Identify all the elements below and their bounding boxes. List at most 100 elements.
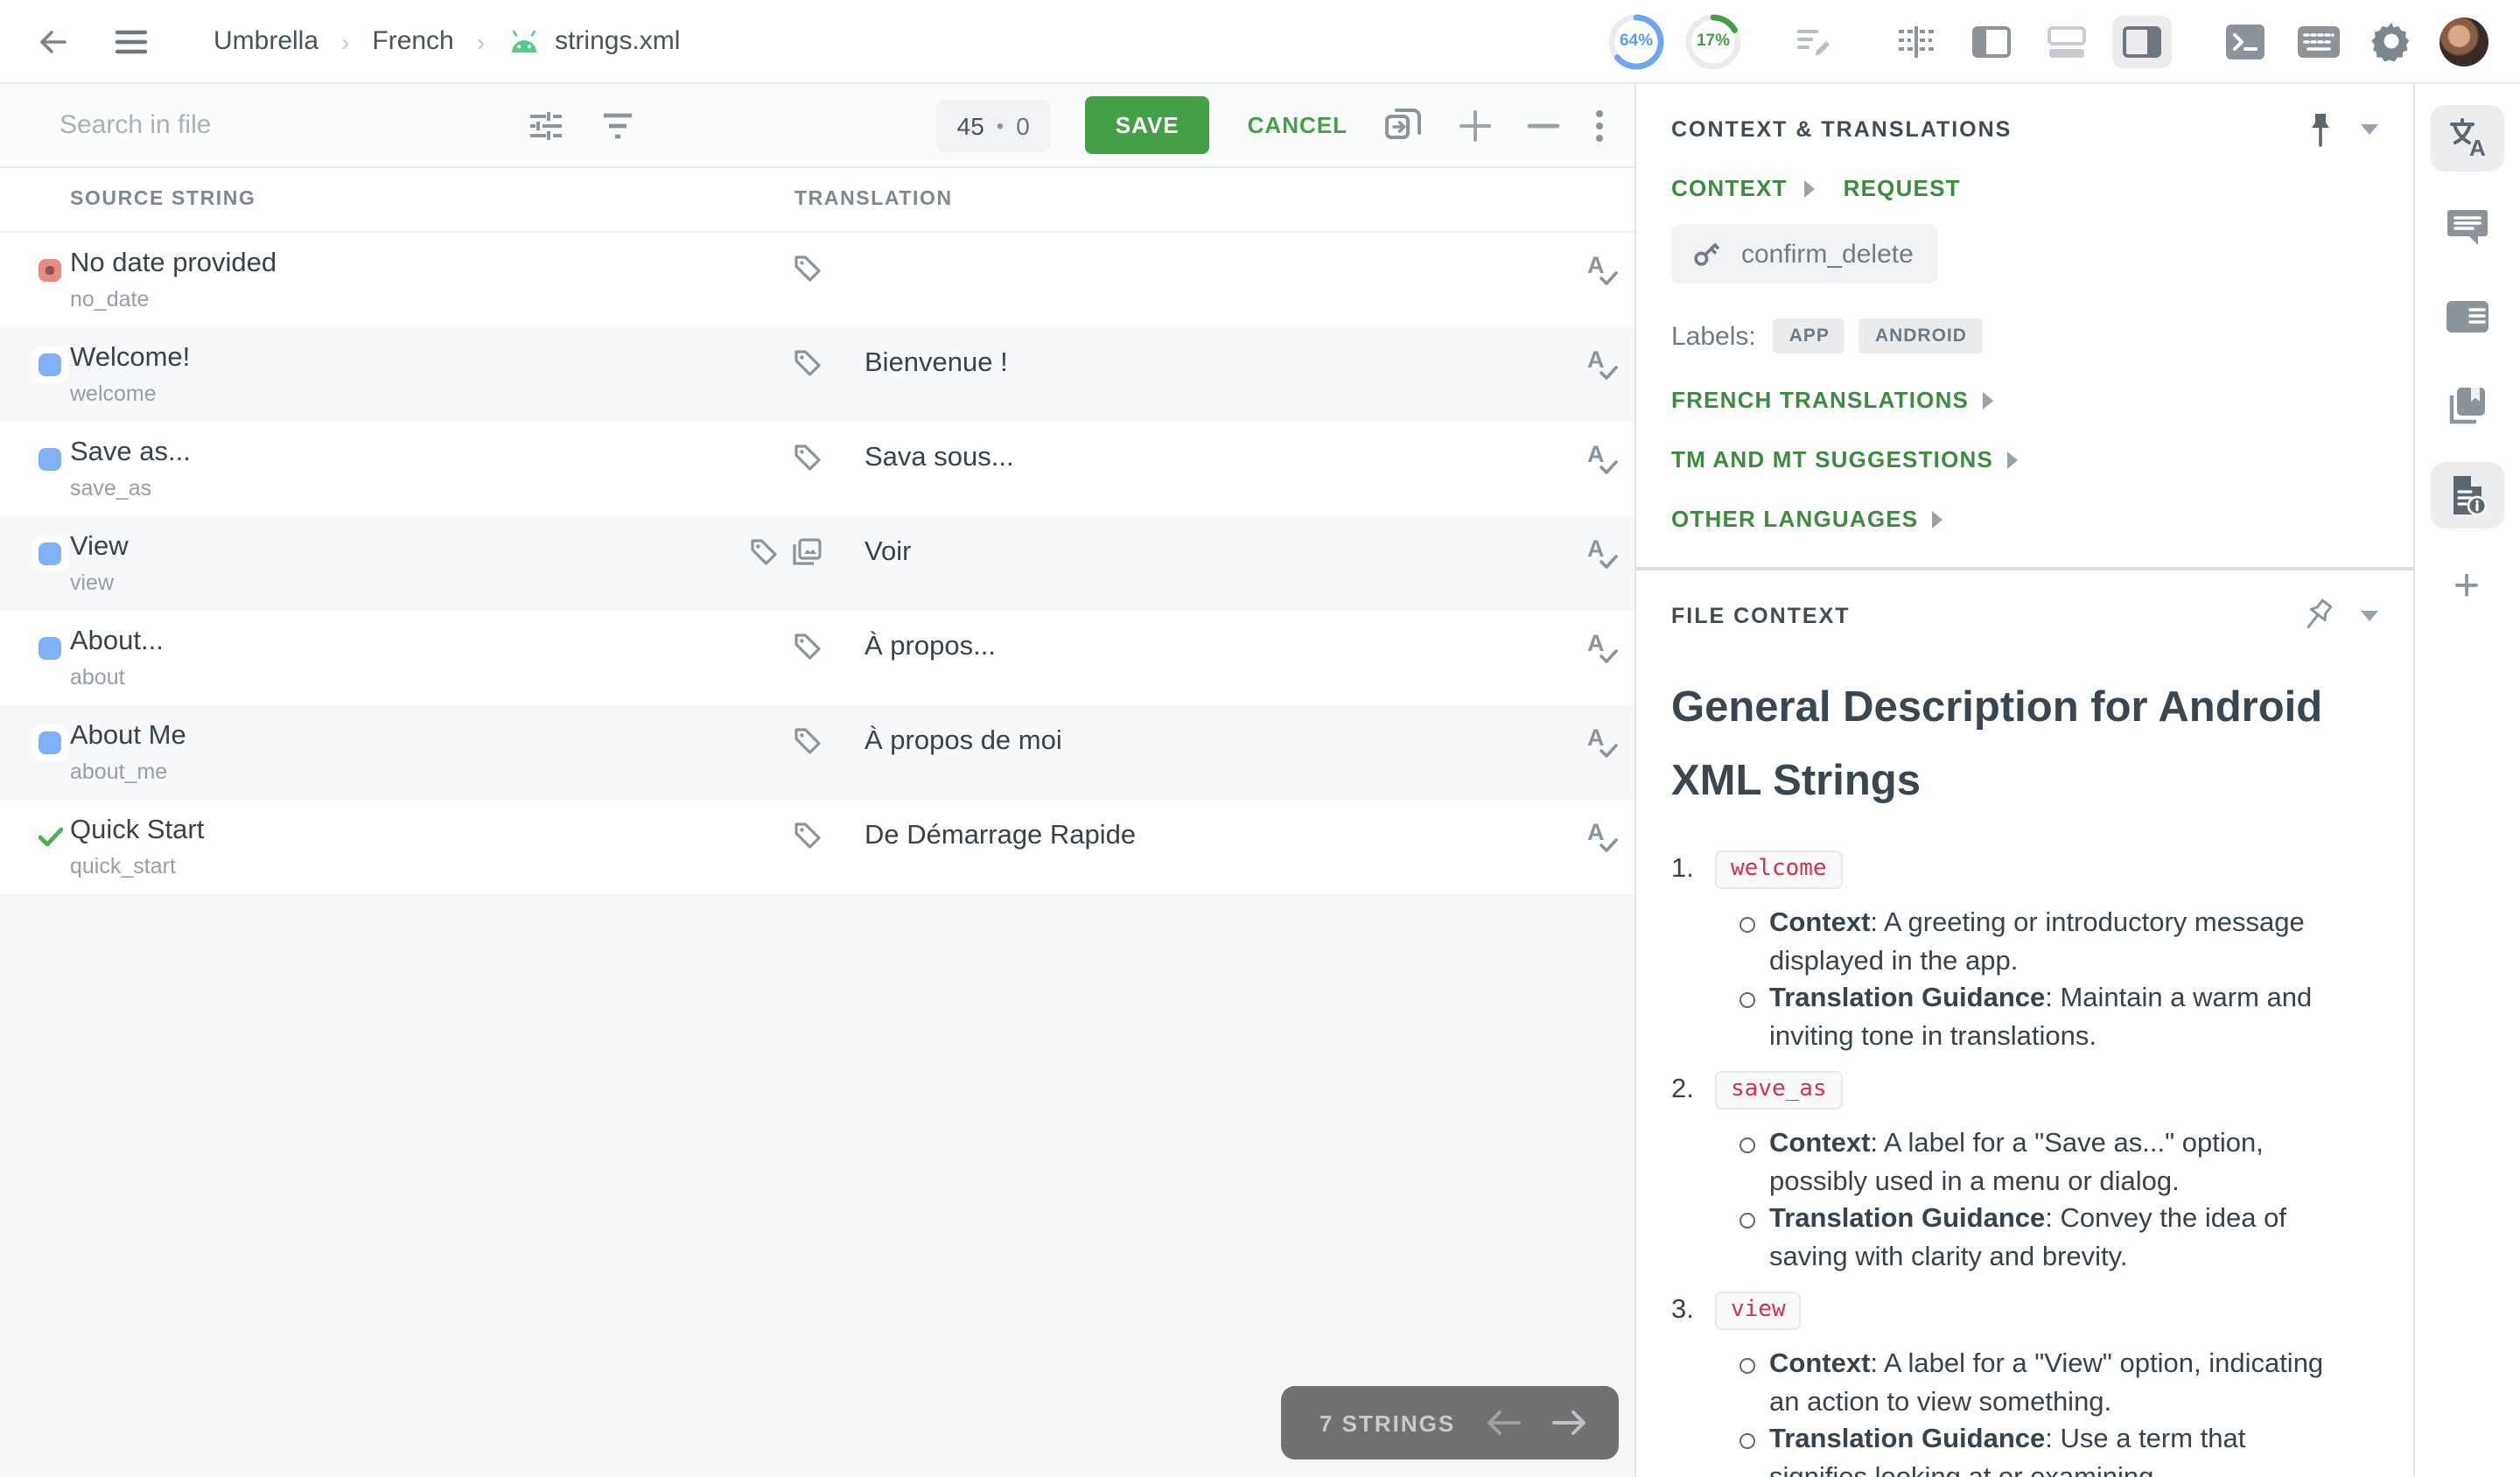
next-page-icon[interactable] — [1552, 1409, 1587, 1437]
menu-icon[interactable] — [116, 29, 147, 53]
search-input[interactable] — [60, 110, 444, 140]
breadcrumb-project[interactable]: Umbrella — [214, 26, 318, 56]
translation-text[interactable]: Sava sous... — [864, 443, 1014, 474]
screenshot-icon[interactable] — [791, 537, 822, 567]
cancel-button[interactable]: CANCEL — [1248, 112, 1348, 138]
section-tm-mt-suggestions[interactable]: TM AND MT SUGGESTIONS — [1671, 446, 2378, 472]
spellcheck-icon[interactable]: A — [1584, 250, 1622, 289]
spellcheck-icon[interactable]: A — [1584, 817, 1622, 856]
section-other-languages[interactable]: OTHER LANGUAGES — [1671, 506, 2378, 532]
tag-icon[interactable] — [793, 254, 822, 284]
keyboard-icon[interactable] — [2296, 24, 2342, 59]
string-key-value: confirm_delete — [1741, 239, 1914, 269]
advanced-filter-icon[interactable] — [528, 109, 564, 141]
tab-context[interactable]: CONTEXT — [1671, 175, 1788, 201]
string-rows: No date provided no_date A Welcome! welc… — [0, 233, 1634, 894]
document-heading: General Description for Android XML Stri… — [1671, 672, 2354, 819]
chevron-down-icon[interactable] — [2361, 611, 2378, 621]
table-row[interactable]: View view Voir A — [0, 516, 1634, 611]
bottom-panel-view-icon[interactable] — [2037, 15, 2096, 67]
right-panel-view-icon[interactable] — [2112, 15, 2172, 67]
translated-percentage: 64% — [1606, 11, 1666, 71]
string-key: save_as — [70, 476, 1634, 500]
table-row[interactable]: About Me about_me À propos de moi A — [0, 705, 1634, 800]
translation-text[interactable]: De Démarrage Rapide — [864, 821, 1136, 852]
table-row[interactable]: Welcome! welcome Bienvenue ! A — [0, 327, 1634, 422]
list-item: welcome Context: A greeting or introduct… — [1671, 850, 2378, 1055]
user-avatar[interactable] — [2440, 17, 2488, 66]
spellcheck-icon[interactable]: A — [1584, 723, 1622, 761]
comments-panel-icon[interactable] — [2430, 194, 2503, 261]
remove-string-icon[interactable] — [1528, 122, 1559, 129]
top-bar: Umbrella › French › strings.xml 64% — [0, 0, 2520, 84]
android-icon — [508, 29, 541, 53]
tag-icon[interactable] — [793, 726, 822, 756]
source-text: Welcome! — [70, 343, 1634, 374]
status-icon-translated — [32, 346, 68, 383]
translation-text[interactable]: Voir — [864, 537, 911, 569]
previous-page-icon[interactable] — [1486, 1409, 1521, 1437]
status-icon-translated — [32, 536, 68, 572]
table-row[interactable]: No date provided no_date A — [0, 233, 1634, 327]
breadcrumb-language[interactable]: French — [372, 26, 453, 56]
terms-panel-icon[interactable] — [2430, 284, 2503, 350]
left-panel-view-icon[interactable] — [1962, 15, 2021, 67]
table-row[interactable]: About... about À propos... A — [0, 611, 1634, 705]
tab-request[interactable]: REQUEST — [1844, 175, 1961, 201]
string-key-chip[interactable]: confirm_delete — [1671, 224, 1938, 284]
filtered-count: 45 — [957, 111, 984, 139]
source-column-header: SOURCE STRING — [0, 189, 794, 210]
tag-icon[interactable] — [793, 348, 822, 378]
section-french-translations[interactable]: FRENCH TRANSLATIONS — [1671, 387, 2378, 413]
string-key-code: welcome — [1715, 850, 1843, 889]
translation-text[interactable]: À propos... — [864, 632, 996, 663]
file-context-panel-icon[interactable] — [2430, 462, 2503, 528]
table-row[interactable]: Save as... save_as Sava sous... A — [0, 422, 1634, 516]
draft-edit-icon[interactable] — [1796, 24, 1834, 59]
string-key: no_date — [70, 287, 1634, 312]
chevron-down-icon[interactable] — [2361, 124, 2378, 135]
panel-divider — [1636, 567, 2413, 570]
table-row[interactable]: Quick Start quick_start De Démarrage Rap… — [0, 800, 1634, 894]
string-key: welcome — [70, 382, 1634, 406]
tag-icon[interactable] — [793, 632, 822, 662]
side-ribbon: A + — [2415, 84, 2518, 1477]
tag-icon[interactable] — [749, 537, 779, 567]
spellcheck-icon[interactable]: A — [1584, 439, 1622, 478]
strings-grid: 45 • 0 SAVE CANCEL SOURCE STRING — [0, 84, 1636, 1477]
translation-text[interactable]: À propos de moi — [864, 726, 1062, 758]
more-options-icon[interactable] — [1596, 109, 1603, 141]
settings-gear-icon[interactable] — [2371, 21, 2412, 61]
copy-source-icon[interactable] — [1384, 106, 1423, 144]
file-context-header: FILE CONTEXT — [1671, 598, 2378, 634]
breadcrumb-file[interactable]: strings.xml — [508, 26, 680, 56]
svg-text:A: A — [2468, 135, 2485, 159]
bullet: Context: A greeting or introductory mess… — [1738, 905, 2342, 980]
chevron-right-icon — [2007, 451, 2018, 468]
chevron-right-icon — [1805, 179, 1816, 197]
pin-icon[interactable] — [2308, 112, 2333, 147]
bullet: Context: A label for a "View" option, in… — [1738, 1346, 2342, 1421]
translations-panel-icon[interactable]: A — [2430, 105, 2503, 172]
counter-separator: • — [997, 113, 1004, 137]
string-key: quick_start — [70, 854, 1634, 878]
approved-percentage: 17% — [1684, 11, 1743, 71]
spellcheck-icon[interactable]: A — [1584, 345, 1622, 383]
panel-header: CONTEXT & TRANSLATIONS — [1671, 112, 2378, 147]
translation-text[interactable]: Bienvenue ! — [864, 348, 1008, 380]
add-string-icon[interactable] — [1460, 109, 1491, 141]
source-text: About Me — [70, 721, 1634, 752]
spellcheck-icon[interactable]: A — [1584, 628, 1622, 667]
unpin-icon[interactable] — [2301, 598, 2333, 634]
main-area: 45 • 0 SAVE CANCEL SOURCE STRING — [0, 84, 2520, 1477]
filter-icon[interactable] — [602, 111, 634, 139]
save-button[interactable]: SAVE — [1086, 96, 1209, 154]
tag-icon[interactable] — [793, 821, 822, 850]
add-panel-icon[interactable]: + — [2454, 558, 2480, 612]
back-icon[interactable] — [35, 24, 70, 59]
dictionary-panel-icon[interactable] — [2430, 373, 2503, 439]
side-by-side-view-icon[interactable] — [1886, 15, 1946, 67]
terminal-icon[interactable] — [2224, 22, 2266, 60]
tag-icon[interactable] — [793, 443, 822, 472]
spellcheck-icon[interactable]: A — [1584, 534, 1622, 572]
